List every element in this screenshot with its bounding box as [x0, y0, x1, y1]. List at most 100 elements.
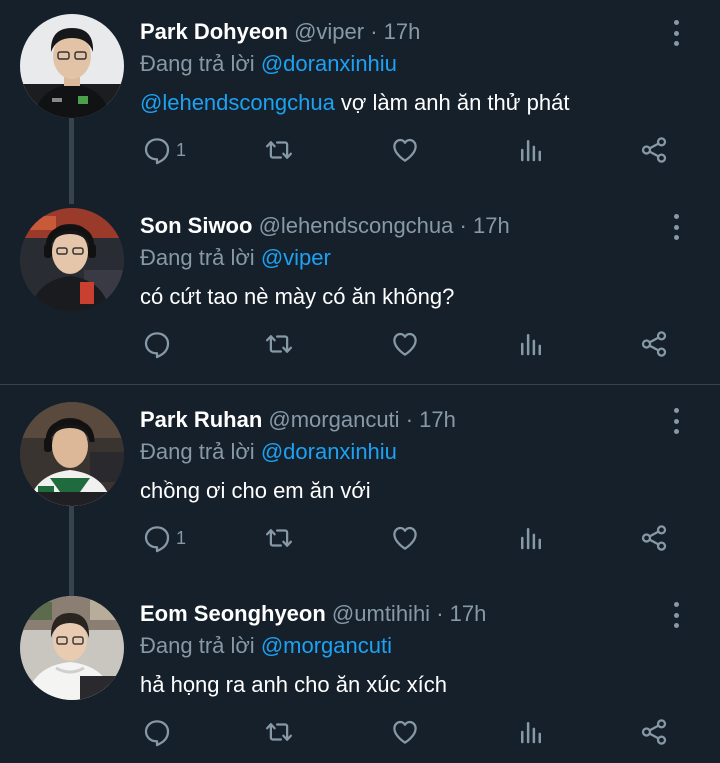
replying-to: Đang trả lời @viper	[140, 244, 331, 272]
reply-button[interactable]: 1	[142, 516, 186, 560]
retweet-icon	[266, 335, 292, 353]
replying-to-label: Đang trả lời	[140, 51, 255, 76]
reply-count: 1	[176, 527, 187, 548]
timestamp[interactable]: 17h	[450, 601, 487, 626]
tweet-actions: 1	[0, 128, 720, 172]
analytics-button[interactable]	[516, 128, 546, 172]
share-button[interactable]	[639, 322, 669, 366]
retweet-button[interactable]	[264, 322, 294, 366]
tweet-actions: 1	[0, 516, 720, 560]
analytics-icon	[521, 334, 541, 356]
reply-button[interactable]	[142, 710, 176, 754]
tweet-text-body: có cứt tao nè mày có ăn không?	[140, 284, 455, 309]
reply-to-mention[interactable]: @viper	[261, 245, 331, 270]
tweet[interactable]: Park Dohyeon @viper · 17h Đang trả lời @…	[0, 0, 720, 194]
text-mention[interactable]: @lehendscongchua	[140, 90, 335, 115]
share-button[interactable]	[639, 128, 669, 172]
more-icon[interactable]	[666, 18, 686, 48]
share-button[interactable]	[639, 710, 669, 754]
separator-dot: ·	[405, 407, 414, 432]
username[interactable]: @lehendscongchua	[259, 213, 454, 238]
analytics-icon	[521, 528, 541, 550]
tweet-text: hả họng ra anh cho ăn xúc xích	[140, 670, 447, 700]
retweet-button[interactable]	[264, 128, 294, 172]
like-button[interactable]	[390, 516, 420, 560]
divider	[0, 384, 720, 385]
reply-icon	[144, 720, 170, 747]
retweet-icon	[266, 141, 292, 159]
more-icon[interactable]	[666, 406, 686, 436]
share-icon	[641, 331, 667, 357]
tweet-text: có cứt tao nè mày có ăn không?	[140, 282, 454, 312]
like-icon	[393, 720, 417, 744]
avatar[interactable]	[20, 14, 124, 118]
reply-icon	[144, 526, 170, 553]
username[interactable]: @umtihihi	[332, 601, 430, 626]
analytics-icon	[521, 140, 541, 162]
timestamp[interactable]: 17h	[384, 19, 421, 44]
like-icon	[393, 526, 417, 550]
replying-to-label: Đang trả lời	[140, 439, 255, 464]
retweet-icon	[266, 723, 292, 741]
display-name[interactable]: Park Ruhan	[140, 407, 262, 432]
tweet-header: Park Dohyeon @viper · 17h	[140, 18, 420, 46]
avatar[interactable]	[20, 208, 124, 312]
share-icon	[641, 525, 667, 551]
tweet-text-body: hả họng ra anh cho ăn xúc xích	[140, 672, 447, 697]
tweet[interactable]: Eom Seonghyeon @umtihihi · 17h Đang trả …	[0, 582, 720, 763]
more-icon[interactable]	[666, 600, 686, 630]
reply-count: 1	[176, 139, 187, 160]
tweet-text-body: vợ làm anh ăn thử phát	[334, 90, 570, 115]
tweet-text: @lehendscongchua vợ làm anh ăn thử phát	[140, 88, 569, 118]
separator-dot: ·	[459, 213, 467, 238]
more-icon[interactable]	[666, 212, 686, 242]
tweet-text-body: chồng ơi cho em ăn với	[140, 478, 371, 503]
tweet-actions	[0, 322, 720, 366]
retweet-button[interactable]	[264, 516, 294, 560]
tweet-actions	[0, 710, 720, 754]
reply-button[interactable]	[142, 322, 176, 366]
tweet[interactable]: Son Siwoo @lehendscongchua · 17h Đang tr…	[0, 194, 720, 384]
separator-dot: ·	[436, 601, 444, 626]
analytics-button[interactable]	[516, 710, 546, 754]
share-button[interactable]	[639, 516, 669, 560]
reply-to-mention[interactable]: @doranxinhiu	[261, 439, 397, 464]
retweet-icon	[266, 529, 292, 547]
display-name[interactable]: Eom Seonghyeon	[140, 601, 326, 626]
replying-to: Đang trả lời @doranxinhiu	[140, 438, 397, 466]
replying-to-label: Đang trả lời	[140, 245, 255, 270]
like-icon	[393, 138, 417, 162]
analytics-button[interactable]	[516, 322, 546, 366]
avatar[interactable]	[20, 402, 124, 506]
tweet-header: Park Ruhan @morgancuti · 17h	[140, 406, 456, 434]
reply-to-mention[interactable]: @doranxinhiu	[261, 51, 397, 76]
replying-to: Đang trả lời @morgancuti	[140, 632, 392, 660]
username[interactable]: @morgancuti	[268, 407, 399, 432]
tweet-header: Eom Seonghyeon @umtihihi · 17h	[140, 600, 486, 628]
like-button[interactable]	[390, 322, 420, 366]
share-icon	[641, 719, 667, 745]
tweet-text: chồng ơi cho em ăn với	[140, 476, 371, 506]
like-button[interactable]	[390, 128, 420, 172]
reply-to-mention[interactable]: @morgancuti	[261, 633, 392, 658]
replying-to-label: Đang trả lời	[140, 633, 255, 658]
reply-icon	[144, 138, 170, 165]
display-name[interactable]: Park Dohyeon	[140, 19, 288, 44]
timestamp[interactable]: 17h	[473, 213, 510, 238]
like-icon	[393, 332, 417, 356]
display-name[interactable]: Son Siwoo	[140, 213, 252, 238]
retweet-button[interactable]	[264, 710, 294, 754]
avatar[interactable]	[20, 596, 124, 700]
tweet-header: Son Siwoo @lehendscongchua · 17h	[140, 212, 510, 240]
like-button[interactable]	[390, 710, 420, 754]
separator-dot: ·	[370, 19, 378, 44]
analytics-icon	[521, 722, 541, 744]
analytics-button[interactable]	[516, 516, 546, 560]
reply-button[interactable]: 1	[142, 128, 186, 172]
timestamp[interactable]: 17h	[419, 407, 456, 432]
reply-icon	[144, 332, 170, 359]
username[interactable]: @viper	[294, 19, 364, 44]
replying-to: Đang trả lời @doranxinhiu	[140, 50, 397, 78]
tweet[interactable]: Park Ruhan @morgancuti · 17h Đang trả lờ…	[0, 388, 720, 582]
share-icon	[641, 137, 667, 163]
